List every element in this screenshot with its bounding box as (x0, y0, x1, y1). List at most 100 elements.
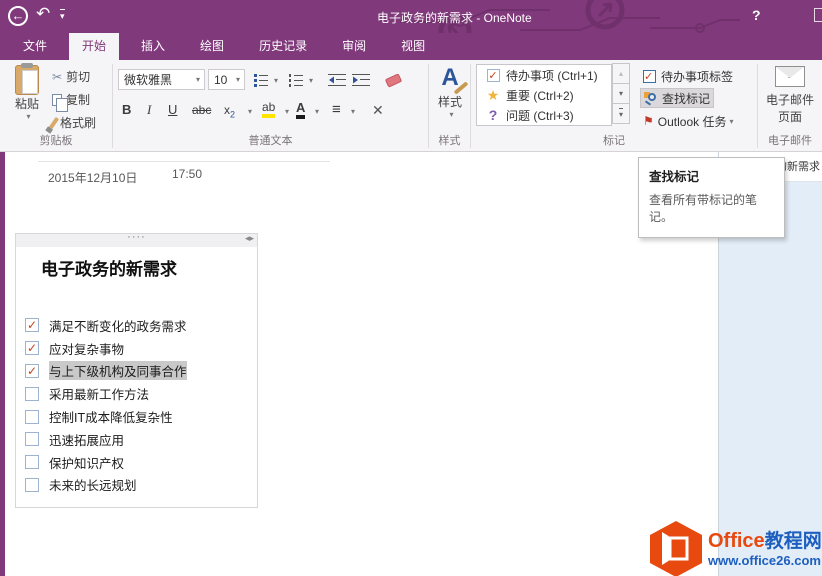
brand-office: Office (708, 530, 765, 552)
checkbox-checked-icon[interactable]: ✓ (25, 318, 39, 332)
checkbox-unchecked-icon[interactable] (25, 410, 39, 424)
find-tags-button[interactable]: 查找标记 (640, 88, 714, 108)
note-container-header[interactable]: ···· ◂▸ (16, 234, 257, 247)
tag-important-item[interactable]: ★ 重要 (Ctrl+2) (477, 85, 611, 105)
resize-handle-icon[interactable]: ◂▸ (245, 233, 254, 244)
tab-home[interactable]: 开始 (69, 33, 119, 60)
todo-item-text[interactable]: 应对复杂事物 (49, 339, 124, 358)
checkbox-unchecked-icon[interactable] (25, 455, 39, 469)
highlight-button[interactable]: ab (262, 100, 275, 118)
todo-row: ✓ 与上下级机构及同事合作 (25, 360, 253, 383)
font-name-select[interactable]: 微软雅黑 ▾ (118, 69, 205, 90)
undo-icon[interactable]: ↶ (36, 4, 50, 24)
todo-item-text[interactable]: 满足不断变化的政务需求 (49, 316, 187, 335)
paste-button[interactable]: 粘贴 ▾ (8, 65, 46, 121)
ribbon-options-icon[interactable] (814, 8, 822, 22)
paste-icon (15, 65, 39, 95)
clear-formatting-button[interactable] (386, 73, 401, 88)
tab-history[interactable]: 历史记录 (246, 33, 320, 60)
todo-item-text[interactable]: 采用最新工作方法 (49, 384, 149, 403)
note-container[interactable]: ···· ◂▸ 电子政务的新需求 ✓ 满足不断变化的政务需求 ✓ 应对复杂事物 … (15, 233, 258, 508)
cut-label: 剪切 (66, 68, 90, 85)
chevron-down-icon: ▾ (236, 75, 240, 84)
todo-row: ✓ 应对复杂事物 (25, 337, 253, 360)
checkbox-unchecked-icon[interactable] (25, 387, 39, 401)
todo-row: 迅速拓展应用 (25, 428, 253, 451)
todo-checkbox-icon: ✓ (483, 68, 503, 82)
font-size-select[interactable]: 10 ▾ (208, 69, 245, 90)
page-time[interactable]: 17:50 (172, 167, 202, 181)
increase-indent-button[interactable] (352, 72, 370, 88)
envelope-icon (775, 66, 805, 87)
strikethrough-button[interactable]: abc (192, 103, 211, 117)
numbered-list-button[interactable] (288, 72, 304, 88)
star-icon: ★ (483, 87, 503, 104)
font-color-button[interactable]: A (296, 100, 305, 119)
checkbox-checked-icon[interactable]: ✓ (25, 364, 39, 378)
chevron-down-icon[interactable]: ▾ (274, 76, 278, 85)
subscript-button[interactable]: x2 (224, 103, 235, 119)
tags-gallery: ✓ 待办事项 (Ctrl+1) ★ 重要 (Ctrl+2) ? 问题 (Ctrl… (476, 64, 612, 126)
chevron-down-icon[interactable]: ▾ (248, 107, 252, 116)
chevron-down-icon[interactable]: ▾ (309, 76, 313, 85)
italic-button[interactable]: I (147, 102, 151, 118)
find-tags-icon (644, 91, 658, 105)
page-canvas: 2015年12月10日 17:50 电子政务的新需求 ···· ◂▸ 电子政务的… (0, 152, 822, 576)
todo-tag-button[interactable]: ✓ 待办事项标签 (640, 66, 736, 86)
todo-row: 采用最新工作方法 (25, 382, 253, 405)
tag-todo-item[interactable]: ✓ 待办事项 (Ctrl+1) (477, 65, 611, 85)
todo-item-text[interactable]: 未来的长远规划 (49, 475, 137, 494)
drag-grip-icon[interactable]: ···· (16, 231, 257, 243)
question-icon: ? (483, 107, 503, 123)
bold-button[interactable]: B (122, 102, 131, 117)
tab-review[interactable]: 审阅 (329, 33, 379, 60)
back-icon[interactable]: ← (8, 6, 28, 26)
chevron-down-icon[interactable]: ▾ (351, 107, 355, 116)
todo-row: 控制IT成本降低复杂性 (25, 405, 253, 428)
brush-icon (49, 116, 59, 128)
delete-button[interactable]: ✕ (372, 102, 384, 119)
tag-question-item[interactable]: ? 问题 (Ctrl+3) (477, 105, 611, 125)
title-bar: ← ↶ ▾ 电子政务的新需求 - OneNote ? (0, 0, 822, 33)
checkbox-unchecked-icon[interactable] (25, 432, 39, 446)
bullet-list-button[interactable] (253, 72, 269, 88)
gallery-scroll-down-icon[interactable]: ▾ (612, 83, 630, 104)
tab-view[interactable]: 视图 (388, 33, 438, 60)
checkbox-unchecked-icon[interactable] (25, 478, 39, 492)
chevron-down-icon: ▾ (729, 117, 733, 126)
quick-access-more-icon[interactable]: ▾ (60, 9, 65, 22)
copy-button[interactable]: 复制 (52, 91, 90, 108)
todo-item-text[interactable]: 保护知识产权 (49, 453, 124, 472)
todo-item-text-selected[interactable]: 与上下级机构及同事合作 (49, 361, 187, 380)
group-label-clipboard: 剪贴板 (0, 132, 112, 148)
tab-draw[interactable]: 绘图 (187, 33, 237, 60)
find-tags-label: 查找标记 (662, 90, 710, 107)
chevron-down-icon[interactable]: ▾ (285, 107, 289, 116)
todo-item-text[interactable]: 迅速拓展应用 (49, 430, 124, 449)
subscript-digit: 2 (230, 109, 235, 119)
styles-letter: A (441, 64, 458, 91)
help-icon[interactable]: ? (752, 7, 761, 23)
format-painter-button[interactable]: 格式刷 (52, 114, 96, 131)
decrease-indent-button[interactable] (328, 72, 346, 88)
tab-file[interactable]: 文件 (10, 33, 60, 60)
underline-button[interactable]: U (168, 102, 177, 117)
flag-icon: ⚑ (643, 114, 654, 128)
outlook-tasks-label: Outlook 任务 (658, 113, 727, 130)
gallery-more-icon[interactable]: ▾ (612, 103, 630, 124)
note-title[interactable]: 电子政务的新需求 (41, 255, 257, 280)
page-date[interactable]: 2015年12月10日 (48, 169, 137, 186)
watermark-text: Office教程网 www.office26.com (708, 531, 822, 568)
cut-button[interactable]: ✂ 剪切 (52, 68, 90, 85)
checkbox-checked-icon[interactable]: ✓ (25, 341, 39, 355)
chevron-down-icon[interactable]: ▾ (315, 107, 319, 116)
group-label-tags: 标记 (471, 132, 757, 148)
styles-button[interactable]: A 样式 ▾ (431, 66, 469, 119)
email-page-button[interactable]: 电子邮件 页面 (762, 66, 818, 125)
outlook-tasks-button[interactable]: ⚑ Outlook 任务 ▾ (640, 111, 736, 131)
paragraph-align-button[interactable]: ≡ (332, 101, 341, 118)
gallery-scroll-up-icon[interactable]: ▴ (612, 63, 630, 84)
group-label-styles: 样式 (429, 132, 470, 148)
todo-item-text[interactable]: 控制IT成本降低复杂性 (49, 407, 173, 426)
tab-insert[interactable]: 插入 (128, 33, 178, 60)
